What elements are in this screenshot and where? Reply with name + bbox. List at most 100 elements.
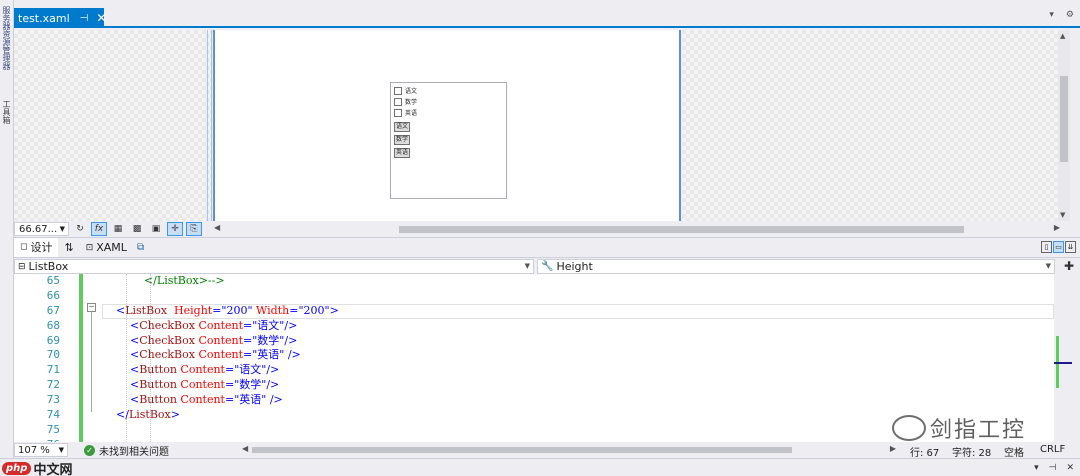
xaml-designer-surface[interactable]: 语文 数学 英语 语文 数学 英语 (14, 30, 1058, 221)
php-text: 中文网 (33, 463, 73, 476)
line-number: 68 (46, 318, 60, 332)
code-line-current: <ListBox Height="200" Width="200"> (102, 303, 1054, 319)
change-tracking-bar (79, 274, 83, 442)
line-number: 72 (46, 378, 60, 392)
element-selector-value: ListBox (28, 260, 69, 273)
preview-listbox[interactable]: 语文 数学 英语 语文 数学 英语 (390, 82, 507, 199)
chevron-down-icon: ▼ (59, 225, 65, 233)
code-line: <Button Content="英语" /> (129, 393, 283, 407)
zoom-value: 107 % (18, 444, 50, 456)
editor-horizontal-scrollbar[interactable]: ◀ ▶ (242, 444, 896, 454)
checkbox-square-icon (394, 108, 402, 117)
fx-icon[interactable]: fx (91, 222, 107, 236)
issues-status[interactable]: 未找到相关问题 (99, 443, 169, 458)
line-ending[interactable]: CRLF (1040, 444, 1065, 455)
code-line: <Button Content="语文"/> (129, 363, 280, 377)
preview-button[interactable]: 英语 (394, 148, 411, 158)
tab-xaml[interactable]: ⊡ XAML ⧉ (80, 238, 150, 258)
scrollbar-thumb[interactable] (252, 447, 792, 453)
document-tab-row: test.xaml ⊣ ✕ ▾ ⚙ (14, 0, 1080, 28)
line-number: 71 (46, 363, 60, 377)
document-tab-test-xaml[interactable]: test.xaml ⊣ ✕ (14, 8, 106, 28)
snap-grid-icon[interactable]: ▩ (129, 222, 145, 236)
designer-vertical-scrollbar[interactable]: ▲ ▼ (1058, 30, 1070, 221)
code-line: <CheckBox Content="英语" /> (129, 348, 301, 362)
designer-horizontal-scrollbar[interactable]: ◀ ▶ (214, 221, 1060, 237)
line-number: 70 (46, 348, 60, 362)
watermark-text: 剑指工控 (930, 418, 1027, 443)
collapse-region-icon[interactable]: − (87, 303, 96, 312)
code-line: <CheckBox Content="语文"/> (129, 318, 298, 332)
tab-list-dropdown-icon[interactable]: ▾ (1049, 10, 1054, 20)
scroll-left-icon[interactable]: ◀ (214, 223, 220, 232)
chevron-down-icon[interactable]: ▾ (1034, 463, 1039, 473)
scroll-right-icon[interactable]: ▶ (890, 444, 896, 453)
line-number: 74 (46, 408, 60, 422)
split-layout-controls: ▯ ▭ ⇊ (1041, 241, 1076, 253)
horizontal-split-icon[interactable]: ▭ (1053, 241, 1064, 253)
checkbox-square-icon (394, 86, 402, 95)
snap-lines-icon[interactable]: ✛ (167, 222, 183, 236)
preview-checkbox[interactable]: 数学 (394, 96, 503, 107)
preview-checkbox[interactable]: 英语 (394, 107, 503, 118)
panel-controls: ▾ ⊣ ✕ (1034, 463, 1074, 473)
designer-guide-line (207, 30, 208, 221)
line-number: 65 (46, 274, 60, 287)
line-number-gutter: 65 66 67 68 69 70 71 72 73 74 75 76 (14, 274, 62, 442)
scroll-up-icon[interactable]: ▲ (1060, 32, 1065, 40)
chevron-down-icon: ▼ (58, 446, 64, 454)
property-selector-dropdown[interactable]: 🔧 Height ▼ (537, 259, 1055, 274)
php-badge: php (2, 462, 32, 475)
code-line: <CheckBox Content="数学"/> (129, 333, 298, 347)
split-view-tabs: ◻ 设计 ⇅ ⊡ XAML ⧉ ▯ ▭ ⇊ (14, 237, 1080, 258)
bottom-panel-strip: php 中文网 ▾ ⊣ ✕ (0, 458, 1080, 476)
element-icon: ⊟ (18, 261, 26, 272)
element-selector-dropdown[interactable]: ⊟ ListBox ▼ (14, 259, 534, 274)
pin-icon[interactable]: ⊣ (1049, 463, 1057, 473)
split-editor-icon[interactable]: ✚ (1064, 259, 1074, 273)
check-circle-icon[interactable]: ✓ (84, 444, 95, 456)
swap-icon: ⇅ (64, 241, 74, 254)
line-number: 75 (46, 422, 60, 436)
line-number: 69 (46, 333, 60, 347)
popout-icon[interactable]: ⧉ (137, 242, 144, 253)
chevron-down-icon: ▼ (524, 262, 530, 270)
scrollbar-thumb[interactable] (1060, 76, 1068, 162)
code-line: <Button Content="数学"/> (129, 378, 280, 392)
server-explorer-tab[interactable]: 服务器资源管理器 (1, 6, 12, 98)
toolbox-tab[interactable]: 工具箱 (1, 100, 12, 140)
chevron-down-icon: ▼ (1045, 262, 1051, 270)
scroll-down-icon[interactable]: ▼ (1060, 211, 1065, 219)
tab-design[interactable]: ◻ 设计 (14, 237, 59, 258)
tab-row-controls: ▾ ⚙ (1049, 10, 1074, 20)
visual-studio-window: 服务器资源管理器 工具箱 test.xaml ⊣ ✕ ▾ ⚙ 语文 数学 英语 … (0, 0, 1080, 476)
checkbox-label: 语文 (405, 88, 418, 95)
design-artboard[interactable]: 语文 数学 英语 语文 数学 英语 (213, 30, 681, 221)
close-icon[interactable]: ✕ (1066, 463, 1074, 473)
scrollbar-thumb[interactable] (399, 226, 964, 233)
settings-gear-icon[interactable]: ⚙ (1066, 10, 1074, 20)
indent-mode[interactable]: 空格 (1004, 444, 1024, 459)
checkbox-square-icon (394, 97, 402, 106)
effects-icon[interactable]: ⎘ (186, 222, 202, 236)
artboard-icon[interactable]: ▣ (148, 222, 164, 236)
scroll-right-icon[interactable]: ▶ (1054, 223, 1060, 232)
swap-panes-button[interactable]: ⇅ (58, 238, 79, 258)
line-number: 73 (46, 393, 60, 407)
char-position[interactable]: 字符: 28 (952, 444, 991, 459)
preview-checkbox[interactable]: 语文 (394, 85, 503, 96)
close-icon[interactable]: ✕ (96, 11, 106, 25)
pin-icon[interactable]: ⊣ (80, 13, 89, 24)
collapse-pane-icon[interactable]: ⇊ (1065, 241, 1076, 253)
designer-zoom-select[interactable]: 66.67... ▼ (14, 222, 69, 236)
line-position[interactable]: 行: 67 (910, 444, 939, 459)
scroll-left-icon[interactable]: ◀ (242, 444, 248, 453)
editor-zoom-select[interactable]: 107 % ▼ (14, 443, 68, 457)
grid-icon[interactable]: ▦ (110, 222, 126, 236)
code-navigation-bar: ⊟ ListBox ▼ 🔧 Height ▼ ✚ (14, 257, 1080, 274)
editor-vertical-scrollbar[interactable] (1054, 274, 1072, 442)
refresh-icon[interactable]: ↻ (72, 222, 88, 236)
vertical-split-icon[interactable]: ▯ (1041, 241, 1052, 253)
editor-status-strip: 107 % ▼ ✓ 未找到相关问题 ◀ ▶ 行: 67 字符: 28 空格 CRL… (14, 442, 1080, 459)
